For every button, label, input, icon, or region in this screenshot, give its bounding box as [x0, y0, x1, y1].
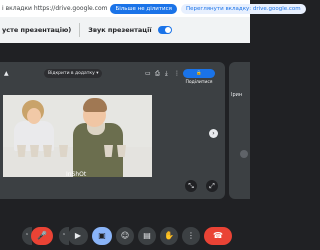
participant-name: Ірин [231, 92, 243, 98]
paper-cup [43, 145, 52, 157]
video-frame [3, 95, 152, 177]
stop-sharing-button[interactable]: Більше не ділитися [110, 3, 177, 14]
paper-cup [59, 145, 68, 157]
toggle-knob [164, 27, 171, 33]
google-drive-icon: ▲ [4, 70, 9, 77]
share-label: Поділитися [185, 80, 213, 85]
print-icon[interactable]: ⎙ [155, 70, 160, 78]
call-controls: ⌃ 🎤 ⌃ ▶ ▣ ☺ ▤ ✋ ⋮ ☎ [0, 222, 250, 250]
mic-indicator-icon [240, 150, 248, 158]
videocam-icon[interactable]: ▶ [68, 227, 88, 245]
drive-viewer-toolbar: ▲ Відкрити в додатку ▾ ▭ ⎙ ⤓ ⋮ 🔒 Поділит… [0, 67, 225, 85]
participant-tile[interactable] [229, 62, 250, 199]
paper-cup [104, 145, 113, 157]
lock-icon: 🔒 [196, 71, 202, 76]
chevron-down-icon: ▾ [96, 71, 99, 76]
open-with-label: Відкрити в додатку [48, 71, 95, 76]
paper-cup [17, 145, 26, 157]
share-message: і вкладки https://drive.google.com [2, 5, 108, 12]
captions-icon[interactable]: ▤ [138, 227, 156, 245]
fullscreen-icon[interactable]: ⤢ [206, 180, 218, 192]
presentation-bar: усте презентацію) Звук презентації [0, 17, 250, 43]
raise-hand-icon[interactable]: ✋ [160, 227, 178, 245]
share-button[interactable]: 🔒 Поділитися [183, 69, 215, 85]
paper-cup [117, 145, 126, 157]
pin-icon[interactable]: ⤡ [185, 180, 197, 192]
girl-face [27, 108, 41, 124]
switch-tab-button[interactable]: Переглянути вкладку: drive.google.com [180, 3, 306, 14]
paper-cup [30, 145, 39, 157]
boy-hair [83, 98, 107, 112]
stop-presenting-button[interactable]: усте презентацію) [2, 26, 71, 34]
present-to-all-icon[interactable]: ▣ [92, 227, 112, 245]
download-icon[interactable]: ⤓ [165, 70, 168, 78]
video-watermark: InShOt [66, 171, 87, 178]
divider [79, 23, 81, 37]
presentation-audio-toggle[interactable] [157, 26, 172, 34]
more-options-icon[interactable]: ⋮ [182, 227, 200, 245]
mic-off-icon[interactable]: 🎤 [31, 227, 53, 245]
comment-icon[interactable]: ▭ [145, 70, 151, 77]
call-end-icon[interactable]: ☎ [204, 227, 232, 245]
screen-share-bar: і вкладки https://drive.google.com Більш… [0, 0, 306, 17]
emoji-icon[interactable]: ☺ [116, 227, 134, 245]
open-with-button[interactable]: Відкрити в додатку ▾ [44, 69, 103, 78]
presentation-audio-label: Звук презентації [88, 26, 152, 34]
more-vert-icon[interactable]: ⋮ [174, 70, 180, 77]
chevron-right-icon[interactable]: › [209, 129, 218, 138]
